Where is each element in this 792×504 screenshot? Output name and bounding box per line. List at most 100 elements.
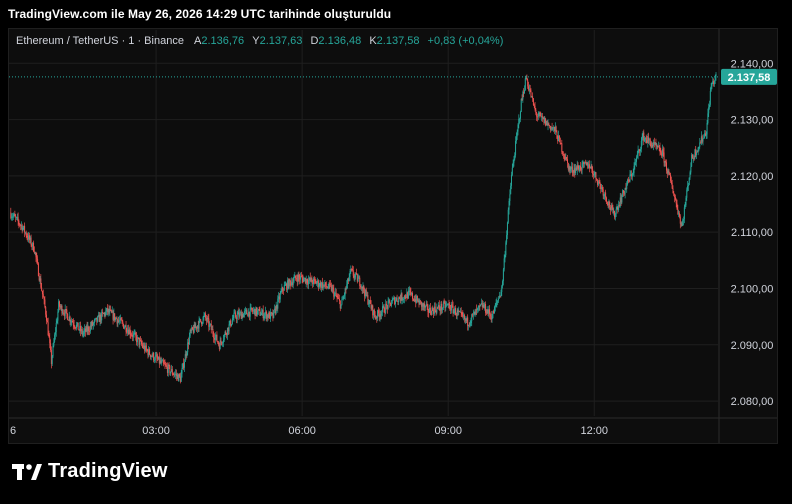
candle-body xyxy=(688,177,690,185)
candle-body xyxy=(295,275,297,279)
candle-body xyxy=(437,307,439,309)
candle-body xyxy=(137,337,139,339)
candle-body xyxy=(214,336,216,340)
candle-body xyxy=(690,166,692,173)
candle-body xyxy=(64,309,66,316)
candle-body xyxy=(679,216,681,224)
candle-body xyxy=(579,165,581,170)
candle-body xyxy=(537,115,539,117)
candle-body xyxy=(442,302,444,309)
candle-body xyxy=(674,197,676,200)
candle-body xyxy=(163,363,165,365)
candle-body xyxy=(636,154,638,158)
candle-body xyxy=(318,285,320,287)
candle-body xyxy=(599,181,601,185)
candle-body xyxy=(432,308,434,310)
candle-body xyxy=(37,259,39,264)
candle-body xyxy=(153,352,155,361)
candle-body xyxy=(53,341,55,346)
candle-body xyxy=(434,306,436,311)
candle-body xyxy=(179,374,181,377)
candle-body xyxy=(522,92,524,100)
candle-body xyxy=(640,149,642,152)
candle-body xyxy=(506,222,508,236)
candle-body xyxy=(293,277,295,282)
candle-body xyxy=(709,90,711,105)
candle-body xyxy=(236,314,238,320)
candle-body xyxy=(97,316,99,322)
candle-body xyxy=(277,298,279,309)
brand-logo[interactable]: TradingView xyxy=(12,460,168,483)
candle-body xyxy=(306,279,308,283)
candle-body xyxy=(577,165,579,169)
candle-body xyxy=(12,215,14,217)
candle-body xyxy=(381,311,383,316)
last-price-line: 2.137,58 xyxy=(9,68,777,85)
candle-body xyxy=(225,332,227,335)
candle-body xyxy=(369,300,371,304)
candle-body xyxy=(626,184,628,189)
candle-body xyxy=(165,364,167,366)
candle-body xyxy=(105,311,107,316)
candle-body xyxy=(660,152,662,154)
candle-body xyxy=(687,184,689,186)
candle-body xyxy=(217,341,219,343)
candle-body xyxy=(524,78,526,91)
candle-body xyxy=(48,335,50,338)
x-tick-label: 12:00 xyxy=(581,425,609,437)
candle-body xyxy=(342,298,344,300)
candle-body xyxy=(149,349,151,355)
candle-body xyxy=(504,255,506,259)
candle-body xyxy=(251,307,253,311)
candle-body xyxy=(69,316,71,322)
candle-body xyxy=(659,146,661,153)
candle-body xyxy=(663,152,665,163)
candle-body xyxy=(346,284,348,289)
y-tick-label: 2.130,00 xyxy=(731,115,774,127)
candle-body xyxy=(429,307,431,314)
candle-body xyxy=(675,199,677,204)
candle-body xyxy=(629,174,631,182)
candle-body xyxy=(558,135,560,139)
candle-body xyxy=(334,293,336,297)
candle-body xyxy=(213,334,215,339)
high-value: 2.137,63 xyxy=(259,35,303,47)
candle-body xyxy=(387,301,389,309)
candle-body xyxy=(284,285,286,286)
candle-body xyxy=(665,161,667,163)
candle-body xyxy=(641,137,643,141)
candle-body xyxy=(119,320,121,322)
candle-body xyxy=(609,201,611,208)
candle-body xyxy=(502,269,504,282)
candle-body xyxy=(88,326,90,331)
candle-body xyxy=(581,162,583,170)
price-chart[interactable]: 2.080,00 2.090,00 2.100,00 2.110,00 2.120,00… xyxy=(0,0,792,504)
candle-body xyxy=(635,161,637,163)
candle-body xyxy=(489,309,491,315)
candle-body xyxy=(377,310,379,314)
candle-body xyxy=(312,278,314,285)
candle-body xyxy=(22,227,24,231)
candle-body xyxy=(54,334,56,342)
candle-body xyxy=(703,134,705,139)
candle-body xyxy=(115,317,117,319)
y-tick-label: 2.100,00 xyxy=(731,283,774,295)
candle-body xyxy=(260,315,262,316)
candle-body xyxy=(121,320,123,322)
candle-body xyxy=(392,298,394,301)
candle-body xyxy=(611,205,613,209)
candle-body xyxy=(706,123,708,135)
brand-name: TradingView xyxy=(48,460,168,482)
candle-body xyxy=(67,313,69,320)
candle-body xyxy=(381,306,383,312)
candle-body xyxy=(634,162,636,166)
candle-body xyxy=(668,170,670,173)
candle-body xyxy=(327,287,329,289)
symbol-name[interactable]: Ethereum / TetherUS · 1 · Binance xyxy=(16,35,184,47)
candle-body xyxy=(498,298,500,301)
candle-body xyxy=(673,193,675,196)
candle-body xyxy=(189,330,191,337)
candle-body xyxy=(244,311,246,314)
candle-body xyxy=(559,138,561,144)
candle-body xyxy=(239,312,241,317)
